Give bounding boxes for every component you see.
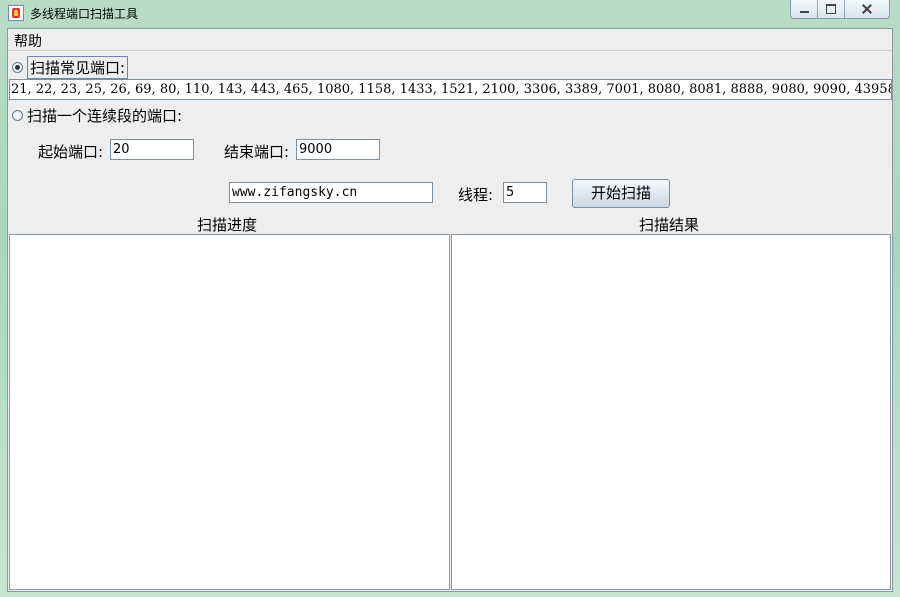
start-port-input[interactable]: 20 [110,139,194,160]
result-title: 扫描结果 [639,216,700,234]
minimize-icon[interactable] [791,0,817,18]
window-controls [790,0,890,19]
common-ports-option[interactable]: 扫描常见端口: [12,56,129,79]
range-ports-label: 扫描一个连续段的端口: [27,107,183,125]
range-ports-option[interactable]: 扫描一个连续段的端口: [12,105,182,126]
progress-title: 扫描进度 [197,216,258,234]
host-input[interactable]: www.zifangsky.cn [229,182,433,203]
end-port-input[interactable]: 9000 [296,139,380,160]
progress-panel[interactable] [9,234,450,590]
common-ports-label: 扫描常见端口: [27,56,129,79]
common-ports-input[interactable]: 21, 22, 23, 25, 26, 69, 80, 110, 143, 44… [9,79,892,100]
title-bar[interactable]: 多线程端口扫描工具 [0,0,900,28]
start-port-label: 起始端口: [38,143,104,161]
end-port-label: 结束端口: [224,143,290,161]
common-ports-radio[interactable] [12,62,23,73]
maximize-icon[interactable] [817,0,844,18]
client-area: 帮助 扫描常见端口: 21, 22, 23, 25, 26, 69, 80, 1… [7,28,893,592]
threads-label: 线程: [458,186,494,204]
close-icon[interactable] [844,0,889,18]
menu-bar: 帮助 [8,29,892,51]
threads-input[interactable]: 5 [503,182,547,203]
menu-help[interactable]: 帮助 [14,31,42,51]
window-title: 多线程端口扫描工具 [30,7,139,21]
result-panel[interactable] [451,234,891,590]
start-scan-button[interactable]: 开始扫描 [572,179,670,208]
app-window: 多线程端口扫描工具 帮助 扫描常见端口: 21, 22, 23, 25, 26,… [0,0,900,597]
range-ports-radio[interactable] [12,110,23,121]
java-coffee-icon [8,5,24,21]
